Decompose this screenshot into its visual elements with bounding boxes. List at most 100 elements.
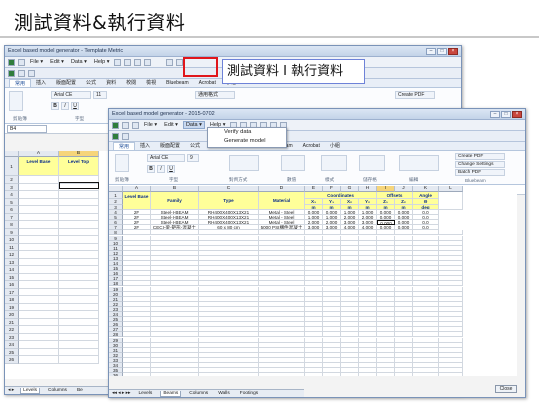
menu-data[interactable]: Data ▾ — [182, 121, 205, 129]
tab-nav-icon[interactable]: ◂ ▸ — [8, 388, 14, 393]
menu-data[interactable]: Data ▾ — [69, 59, 89, 65]
open-icon[interactable] — [132, 121, 139, 129]
minimize-button[interactable]: – — [426, 47, 436, 55]
grid-cell[interactable] — [323, 373, 341, 376]
row-header[interactable]: 23 — [5, 333, 19, 341]
create-pdf-button[interactable]: Create PDF — [395, 91, 435, 99]
font-name-select[interactable]: Arial CE — [147, 154, 185, 162]
grid-cell[interactable] — [19, 326, 59, 334]
grid-cell[interactable] — [59, 326, 99, 334]
sheet-tab-levels[interactable]: Levels — [136, 391, 154, 396]
grid-cell[interactable] — [19, 198, 59, 206]
row-header[interactable]: 13 — [5, 258, 19, 266]
grid-cell[interactable] — [59, 341, 99, 349]
number-format-select[interactable]: 通用格式 — [195, 91, 235, 99]
grid-cell[interactable] — [59, 273, 99, 281]
sheet-tab-columns[interactable]: Columns — [187, 391, 210, 396]
grid-cell[interactable] — [123, 373, 151, 376]
grid-cell[interactable] — [59, 206, 99, 214]
batch-pdf-button[interactable]: Batch PDF — [455, 169, 505, 176]
grid-cell[interactable] — [259, 373, 305, 376]
grid-cell[interactable] — [19, 176, 59, 184]
grid-cell[interactable] — [413, 373, 439, 376]
paste-button[interactable] — [9, 91, 23, 111]
grid-cell[interactable] — [19, 281, 59, 289]
grid-cell[interactable] — [59, 318, 99, 326]
row-header[interactable]: 8 — [5, 221, 19, 229]
italic-button[interactable]: I — [157, 165, 165, 173]
row-header[interactable]: 5 — [5, 198, 19, 206]
row-header[interactable]: 20 — [5, 311, 19, 319]
grid-cell[interactable] — [439, 373, 463, 376]
grid-cell[interactable] — [19, 356, 59, 364]
row-header[interactable]: 1 — [5, 157, 19, 176]
grid-cell[interactable] — [341, 373, 359, 376]
row-header[interactable]: 10 — [5, 236, 19, 244]
grid-cell[interactable] — [59, 348, 99, 356]
row-header[interactable]: 25 — [5, 348, 19, 356]
grid-cell[interactable] — [59, 303, 99, 311]
row-header[interactable]: 6 — [5, 206, 19, 214]
grid-cell[interactable] — [19, 251, 59, 259]
sheet-tab-beams[interactable]: Be — [75, 388, 85, 393]
row-header[interactable]: 12 — [5, 251, 19, 259]
tab-insert[interactable]: 插入 — [31, 79, 51, 87]
tab-layout[interactable]: 版面配置 — [155, 142, 185, 150]
tab-nav-icon[interactable]: ◂◂ ◂ ▸ ▸▸ — [112, 391, 130, 396]
create-pdf-button[interactable]: Create PDF — [455, 153, 505, 160]
tab-layout[interactable]: 版面配置 — [51, 79, 81, 87]
grid-cell[interactable] — [59, 311, 99, 319]
maximize-button[interactable]: □ — [437, 47, 447, 55]
italic-button[interactable]: I — [61, 102, 69, 110]
row-header[interactable]: 19 — [5, 303, 19, 311]
menu-edit[interactable]: Edit ▾ — [162, 122, 180, 128]
row-header[interactable]: 7 — [5, 213, 19, 221]
grid-cell[interactable] — [19, 303, 59, 311]
grid-cell[interactable] — [19, 236, 59, 244]
tab-data[interactable]: 資料 — [101, 79, 121, 87]
grid-cell[interactable] — [59, 333, 99, 341]
grid-cell[interactable] — [59, 258, 99, 266]
font-size-select[interactable]: 9 — [187, 154, 199, 162]
undo-icon[interactable] — [18, 69, 25, 77]
row-header[interactable]: 9 — [5, 228, 19, 236]
row-header[interactable]: 21 — [5, 318, 19, 326]
minimize-button[interactable]: – — [490, 110, 500, 118]
row-header[interactable]: 22 — [5, 326, 19, 334]
grid-cell[interactable] — [19, 296, 59, 304]
grid-cell[interactable] — [59, 213, 99, 221]
grid-cell[interactable] — [377, 373, 395, 376]
row-header[interactable]: 16 — [5, 281, 19, 289]
tab-formula[interactable]: 公式 — [81, 79, 101, 87]
row-header[interactable]: 4 — [5, 191, 19, 199]
grid-cell[interactable] — [59, 296, 99, 304]
sheet-tab-levels[interactable]: Levels — [20, 387, 41, 394]
paste-button[interactable] — [115, 154, 129, 172]
toolbar-icon[interactable] — [134, 58, 142, 66]
maximize-button[interactable]: □ — [501, 110, 511, 118]
grid-cell[interactable] — [59, 356, 99, 364]
row-header[interactable]: 17 — [5, 288, 19, 296]
grid-cell[interactable] — [19, 191, 59, 199]
row-header[interactable]: 14 — [5, 266, 19, 274]
grid-cell[interactable] — [19, 228, 59, 236]
grid-cell[interactable] — [59, 228, 99, 236]
menu-file[interactable]: File ▾ — [142, 122, 159, 128]
font-name-select[interactable]: Arial CE — [51, 91, 91, 99]
close-window-button[interactable]: × — [512, 110, 522, 118]
grid-cell[interactable] — [19, 318, 59, 326]
verify-data-icon[interactable] — [166, 58, 174, 66]
grid-cell[interactable] — [59, 243, 99, 251]
tab-bluebeam[interactable]: Bluebeam — [161, 79, 194, 87]
grid-cell[interactable] — [59, 288, 99, 296]
grid-cell[interactable] — [59, 191, 99, 199]
row-header[interactable]: 11 — [5, 243, 19, 251]
menu-item-generate-model[interactable]: Generate model — [208, 137, 286, 146]
row-header[interactable]: 36 — [109, 373, 123, 376]
grid-cell[interactable] — [19, 258, 59, 266]
row-header[interactable]: 15 — [5, 273, 19, 281]
save-icon[interactable] — [18, 58, 25, 66]
grid-cell[interactable] — [19, 243, 59, 251]
grid-cell[interactable] — [59, 221, 99, 229]
grid-cell[interactable] — [151, 373, 199, 376]
